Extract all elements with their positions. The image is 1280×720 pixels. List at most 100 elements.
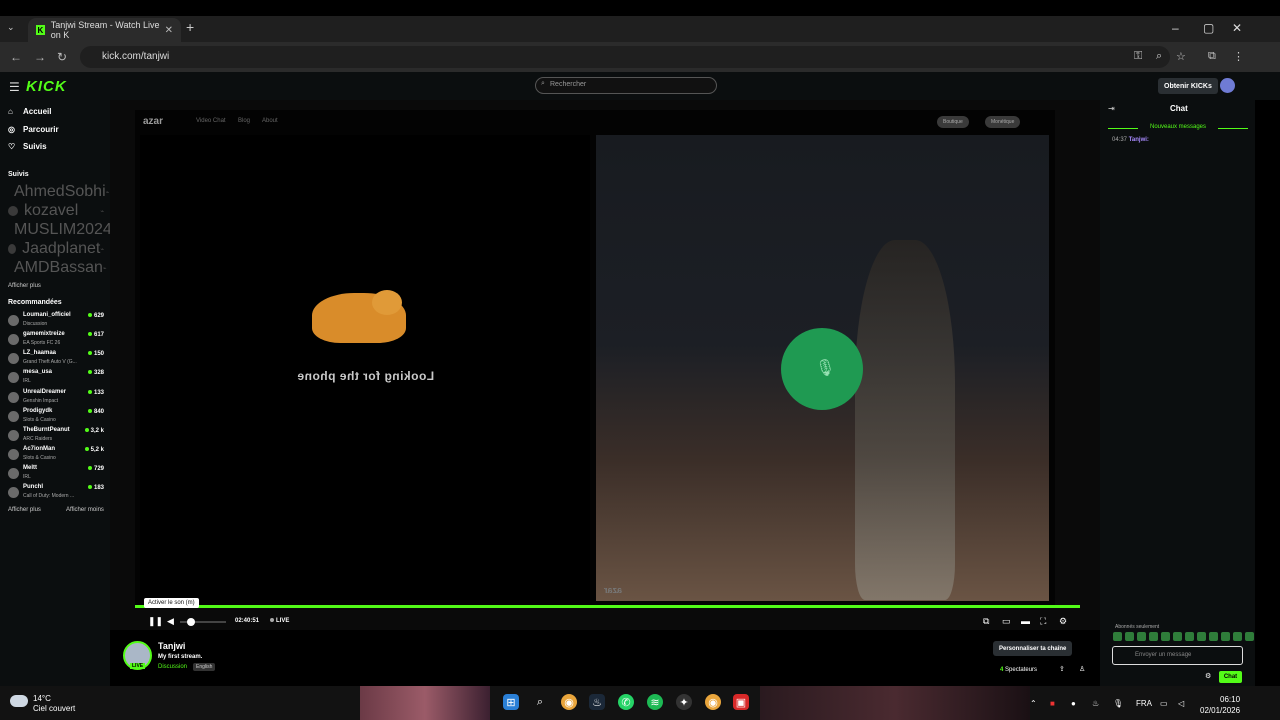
- new-tab-button[interactable]: +: [186, 19, 194, 35]
- collapse-chat-icon[interactable]: ⇥: [1108, 104, 1115, 113]
- emote[interactable]: [1185, 632, 1194, 641]
- followed-channel[interactable]: kozavel ⌁: [8, 202, 104, 219]
- tab-close-icon[interactable]: ✕: [165, 25, 173, 36]
- minimize-icon[interactable]: –: [1172, 21, 1179, 35]
- back-icon[interactable]: ←: [10, 50, 22, 64]
- spotify-icon[interactable]: ≋: [647, 694, 663, 710]
- emote[interactable]: [1209, 632, 1218, 641]
- fullscreen-icon[interactable]: ⛶: [1040, 616, 1046, 627]
- windows-start-icon[interactable]: ⊞: [503, 694, 519, 710]
- chrome-icon[interactable]: ◉: [705, 694, 721, 710]
- url-field[interactable]: kick.com/tanjwi: [80, 46, 1170, 68]
- emote[interactable]: [1233, 632, 1242, 641]
- chat-send-button[interactable]: Chat: [1219, 671, 1242, 683]
- customize-channel-button[interactable]: Personnaliser ta chaîne: [993, 641, 1073, 656]
- message-user[interactable]: Tanjwi:: [1129, 137, 1149, 143]
- share-icon[interactable]: ⇪: [1059, 665, 1065, 673]
- steam-icon[interactable]: ♨: [589, 694, 605, 710]
- clip-icon[interactable]: ▭: [1002, 616, 1011, 627]
- extensions-icon[interactable]: ⧉: [1208, 50, 1216, 63]
- tab-search-icon[interactable]: ⌄: [7, 22, 15, 33]
- channel-name: Prodigydk: [23, 408, 53, 414]
- get-kicks-button[interactable]: Obtenir KICKs: [1158, 78, 1218, 94]
- settings-gear-icon[interactable]: ⚙: [1059, 616, 1067, 627]
- weather-widget[interactable]: 14°C Ciel couvert: [33, 694, 75, 714]
- viewer-number: 4: [1000, 667, 1004, 673]
- tray-mic-icon[interactable]: 🎙: [1113, 699, 1123, 708]
- sidebar-item-following[interactable]: ♡ Suivis: [8, 142, 47, 151]
- tray-app-icon[interactable]: ■: [1050, 699, 1055, 708]
- recommended-channel[interactable]: UnrealDreamer Genshin Impact 133: [8, 389, 104, 407]
- password-key-icon[interactable]: ⚿: [1134, 50, 1142, 63]
- volume-slider-knob[interactable]: [187, 618, 195, 626]
- emote[interactable]: [1137, 632, 1146, 641]
- system-clock[interactable]: 06:10 02/01/2026: [1200, 694, 1240, 716]
- emote[interactable]: [1197, 632, 1206, 641]
- sidebar-item-home[interactable]: ⌂ Accueil: [8, 107, 51, 116]
- azar-tab: Blog: [238, 118, 251, 124]
- zoom-icon[interactable]: ⌕: [1156, 50, 1162, 63]
- live-indicator[interactable]: LIVE: [270, 618, 289, 624]
- chat-message-input[interactable]: Envoyer un message: [1112, 646, 1243, 665]
- maximize-icon[interactable]: ▢: [1203, 21, 1214, 35]
- whatsapp-icon[interactable]: ✆: [618, 694, 634, 710]
- followed-channel[interactable]: MUSLIM2024⌁: [8, 221, 115, 238]
- tray-overflow-icon[interactable]: ⌃: [1030, 699, 1037, 708]
- recommended-channel[interactable]: mesa_usa IRL 328: [8, 369, 104, 387]
- stream-time: 02:40:51: [235, 618, 260, 624]
- user-avatar[interactable]: [1220, 78, 1235, 93]
- bookmark-star-icon[interactable]: ☆: [1176, 50, 1186, 63]
- recommended-channel[interactable]: TheBurntPeanut ARC Raiders 3,2 k: [8, 427, 104, 445]
- channel-name[interactable]: Tanjwi: [158, 641, 185, 651]
- recommended-channel[interactable]: Ac7ionMan Slots & Casino 5,2 k: [8, 446, 104, 464]
- recommended-channel[interactable]: PunchI Call of Duty: Modern ... 183: [8, 484, 104, 502]
- cloud-icon[interactable]: [10, 695, 28, 707]
- show-more-followed-link[interactable]: Afficher plus: [8, 283, 41, 289]
- browser-menu-icon[interactable]: ⋮: [1233, 50, 1244, 63]
- tray-steam-icon[interactable]: ♨: [1092, 699, 1099, 708]
- emote[interactable]: [1221, 632, 1230, 641]
- viewer-count-display: 4 Spectateurs: [1000, 667, 1037, 673]
- taskbar-search-icon[interactable]: ⌕: [532, 694, 548, 710]
- tray-app-icon[interactable]: ●: [1071, 699, 1076, 708]
- show-more-recommended-link[interactable]: Afficher plus: [8, 507, 41, 513]
- chrome-icon[interactable]: ◉: [561, 694, 577, 710]
- app-red-icon[interactable]: ▣: [733, 694, 749, 710]
- recommended-channel[interactable]: gamemixtreize EA Sports FC 26 617: [8, 331, 104, 349]
- emote[interactable]: [1125, 632, 1134, 641]
- chat-settings-icon[interactable]: ⚙: [1205, 672, 1211, 680]
- hamburger-menu-icon[interactable]: ☰: [9, 80, 20, 94]
- video-progress-bar[interactable]: [135, 605, 1080, 608]
- speaker-icon[interactable]: ◁: [1178, 699, 1184, 708]
- followed-channel[interactable]: Jaadplanet ⌁: [8, 240, 104, 257]
- emote[interactable]: [1149, 632, 1158, 641]
- stream-category-link[interactable]: Discussion: [158, 664, 187, 670]
- followed-channel[interactable]: AMDBassan ⌁: [8, 259, 107, 276]
- network-icon[interactable]: ▭: [1160, 699, 1168, 708]
- kick-logo[interactable]: KICK: [26, 78, 67, 95]
- emote[interactable]: [1173, 632, 1182, 641]
- search-input[interactable]: ⌕ Rechercher: [535, 77, 717, 94]
- azar-pill: Monétique: [985, 116, 1021, 128]
- browser-tab[interactable]: K Tanjwi Stream - Watch Live on K ✕: [28, 18, 181, 42]
- recommended-channel[interactable]: Meltt IRL 729: [8, 465, 104, 483]
- volume-icon[interactable]: ◀: [167, 616, 174, 627]
- app-icon[interactable]: ✦: [676, 694, 692, 710]
- emote[interactable]: [1113, 632, 1122, 641]
- recommended-channel[interactable]: Loumani_officiel Discussion 629: [8, 312, 104, 330]
- pip-icon[interactable]: ⧉: [983, 616, 989, 627]
- recommended-channel[interactable]: Prodigydk Slots & Casino 840: [8, 408, 104, 426]
- theater-mode-icon[interactable]: ▬: [1021, 616, 1030, 626]
- forward-icon[interactable]: →: [34, 50, 46, 64]
- reload-icon[interactable]: ↻: [57, 50, 67, 64]
- pause-icon[interactable]: ❚❚: [148, 616, 163, 627]
- follow-user-icon[interactable]: ♙: [1079, 665, 1085, 673]
- emote[interactable]: [1161, 632, 1170, 641]
- emote[interactable]: [1245, 632, 1254, 641]
- window-close-icon[interactable]: ✕: [1232, 21, 1242, 35]
- show-less-link[interactable]: Afficher moins: [66, 507, 104, 513]
- recommended-channel[interactable]: LZ_haamaa Grand Theft Auto V (G... 150: [8, 350, 104, 368]
- input-language[interactable]: FRA: [1136, 699, 1152, 708]
- followed-channel[interactable]: AhmedSobhi ⌁: [8, 183, 109, 200]
- sidebar-item-browse[interactable]: ◎ Parcourir: [8, 125, 59, 134]
